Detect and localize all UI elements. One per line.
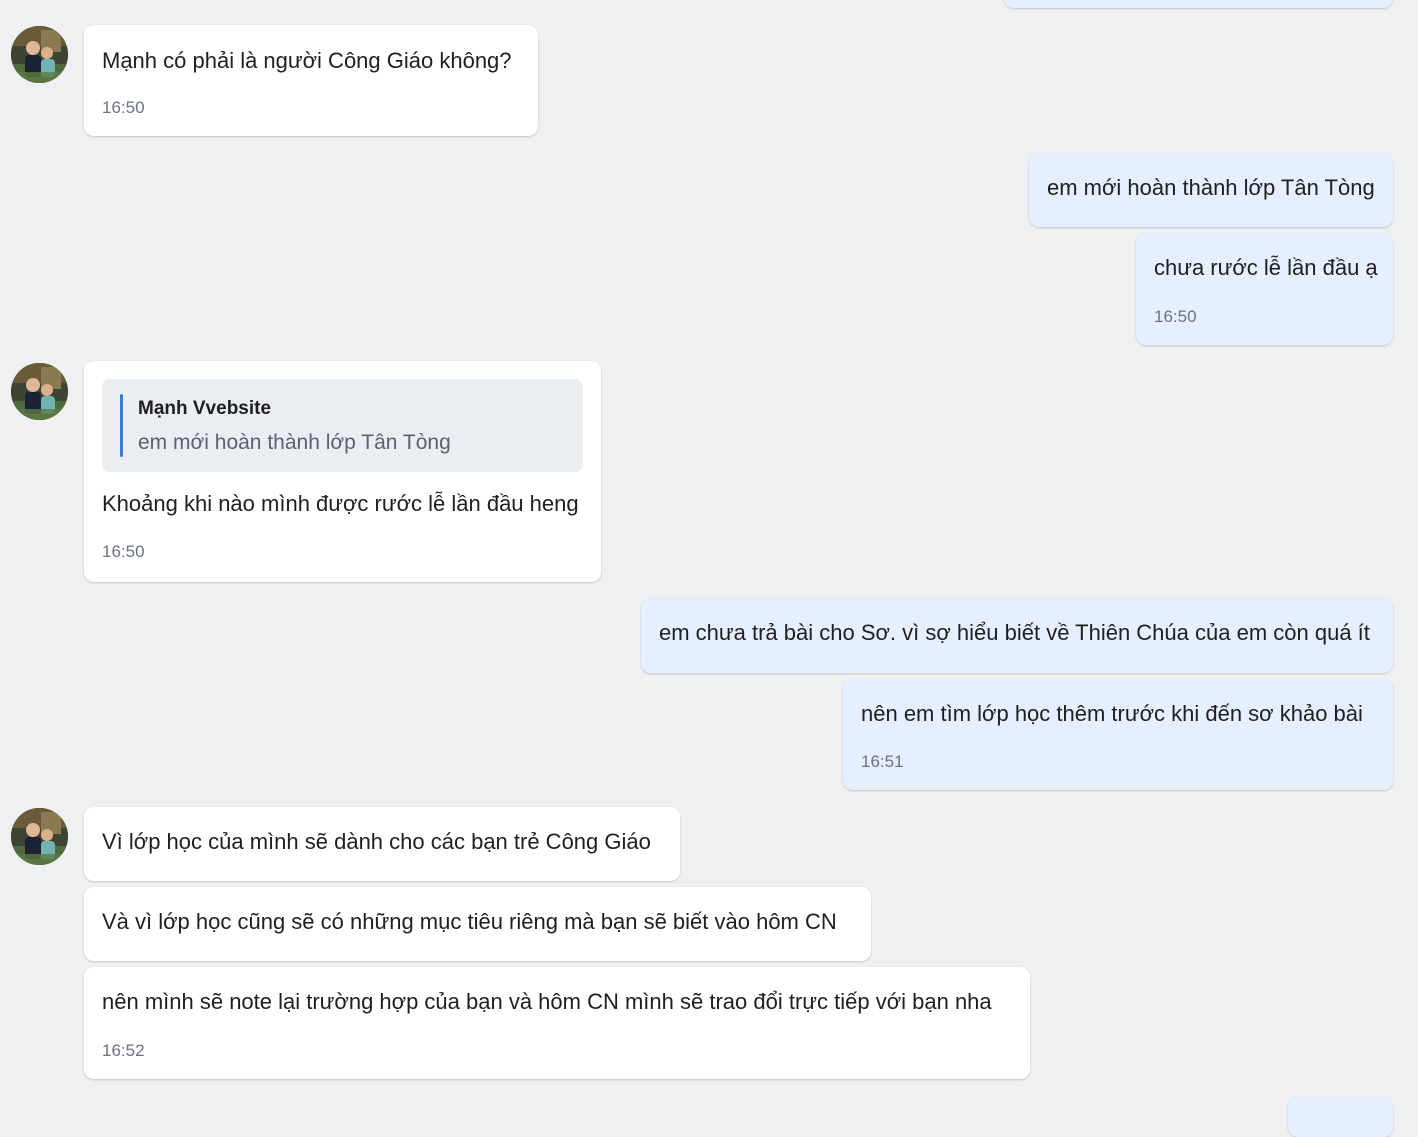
message-text: nên mình sẽ note lại trường hợp của bạn … — [102, 989, 992, 1014]
avatar-image — [11, 808, 68, 865]
message-bubble-incoming[interactable]: nên mình sẽ note lại trường hợp của bạn … — [84, 967, 1030, 1079]
message-time: 16:50 — [102, 98, 145, 117]
avatar-image — [11, 26, 68, 83]
message-bubble-incoming-reply[interactable]: Mạnh Vvebsite em mới hoàn thành lớp Tân … — [84, 361, 601, 582]
message-time: 16:50 — [102, 542, 145, 561]
message-bubble-outgoing-partial[interactable] — [1004, 0, 1393, 8]
message-bubble-incoming[interactable]: Và vì lớp học cũng sẽ có những mục tiêu … — [84, 887, 871, 961]
message-time: 16:50 — [1154, 307, 1197, 326]
avatar-image — [11, 363, 68, 420]
message-text: Mạnh có phải là người Công Giáo không? — [102, 48, 512, 73]
quote-sender-name: Mạnh Vvebsite — [138, 398, 272, 419]
message-bubble-incoming[interactable]: Mạnh có phải là người Công Giáo không? 1… — [84, 25, 538, 136]
message-bubble-outgoing[interactable]: chưa rước lễ lần đầu ạ 16:50 — [1136, 233, 1393, 345]
message-text: Và vì lớp học cũng sẽ có những mục tiêu … — [102, 909, 837, 934]
message-text: em mới hoàn thành lớp Tân Tòng — [1047, 175, 1375, 200]
message-text: nên em tìm lớp học thêm trước khi đến sơ… — [861, 701, 1363, 726]
quote-text: em mới hoàn thành lớp Tân Tòng — [138, 431, 451, 454]
contact-avatar[interactable] — [11, 26, 68, 83]
message-time: 16:52 — [102, 1041, 145, 1060]
contact-avatar[interactable] — [11, 363, 68, 420]
message-text: em chưa trả bài cho Sơ. vì sợ hiểu biết … — [659, 620, 1370, 645]
message-bubble-incoming[interactable]: Vì lớp học của mình sẽ dành cho các bạn … — [84, 807, 680, 881]
quoted-message[interactable]: Mạnh Vvebsite em mới hoàn thành lớp Tân … — [102, 379, 583, 472]
quote-accent-bar — [120, 394, 123, 457]
message-text: chưa rước lễ lần đầu ạ — [1154, 255, 1378, 280]
message-bubble-outgoing[interactable]: em mới hoàn thành lớp Tân Tòng — [1029, 153, 1393, 227]
message-time: 16:51 — [861, 752, 904, 771]
message-text: Vì lớp học của mình sẽ dành cho các bạn … — [102, 829, 651, 854]
contact-avatar[interactable] — [11, 808, 68, 865]
message-bubble-outgoing-partial[interactable] — [1288, 1097, 1393, 1137]
message-bubble-outgoing[interactable]: nên em tìm lớp học thêm trước khi đến sơ… — [843, 679, 1393, 790]
message-text: Khoảng khi nào mình được rước lễ lần đầu… — [102, 491, 579, 516]
message-bubble-outgoing[interactable]: em chưa trả bài cho Sơ. vì sợ hiểu biết … — [641, 598, 1393, 673]
